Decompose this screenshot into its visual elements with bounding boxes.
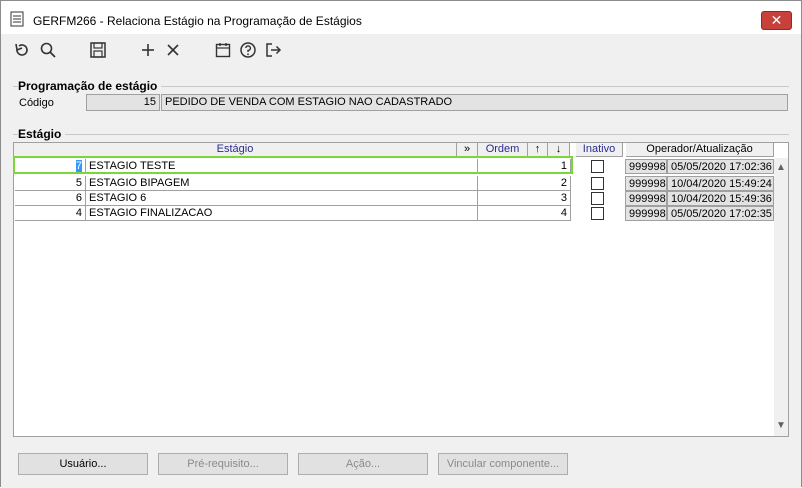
header-move-down[interactable]: ↓ bbox=[548, 143, 570, 157]
nome-cell[interactable]: ESTAGIO BIPAGEM bbox=[86, 176, 478, 191]
inativo-checkbox[interactable] bbox=[591, 177, 604, 190]
ordem-cell[interactable]: 4 bbox=[478, 206, 571, 221]
header-move-up[interactable]: ↑ bbox=[528, 143, 548, 157]
estagio-group-line bbox=[13, 134, 789, 135]
prerequisito-button[interactable]: Pré-requisito... bbox=[158, 453, 288, 475]
window-title: GERFM266 - Relaciona Estágio na Programa… bbox=[33, 14, 362, 28]
codigo-cell[interactable]: 7 bbox=[15, 159, 86, 174]
programacao-group-title: Programação de estágio bbox=[18, 79, 162, 93]
vincular-componente-button[interactable]: Vincular componente... bbox=[438, 453, 568, 475]
app-window: GERFM266 - Relaciona Estágio na Programa… bbox=[0, 0, 802, 488]
search-icon[interactable] bbox=[39, 41, 57, 59]
scroll-down-icon[interactable]: ▼ bbox=[776, 420, 786, 431]
undo-icon[interactable] bbox=[13, 41, 31, 59]
atualizacao-cell: 10/04/2020 15:49:24 bbox=[667, 176, 774, 191]
operador-cell: 999998 bbox=[625, 191, 667, 206]
nome-cell[interactable]: ESTAGIO FINALIZACAO bbox=[86, 206, 478, 221]
codigo-field[interactable]: 15 bbox=[86, 94, 160, 111]
codigo-cell[interactable]: 5 bbox=[15, 176, 86, 191]
header-estagio[interactable]: Estágio bbox=[14, 143, 457, 157]
codigo-cell[interactable]: 6 bbox=[15, 191, 86, 206]
scroll-up-icon[interactable]: ▲ bbox=[776, 162, 786, 173]
calendar-icon[interactable] bbox=[214, 41, 232, 59]
delete-icon[interactable] bbox=[164, 41, 182, 59]
document-icon bbox=[10, 11, 24, 27]
header-expand[interactable]: » bbox=[457, 143, 478, 157]
inativo-checkbox[interactable] bbox=[591, 192, 604, 205]
nome-cell[interactable]: ESTAGIO TESTE bbox=[86, 159, 478, 174]
help-icon[interactable] bbox=[239, 41, 257, 59]
operador-cell: 999998 bbox=[625, 206, 667, 221]
ordem-cell[interactable]: 1 bbox=[478, 159, 571, 174]
header-ordem[interactable]: Ordem bbox=[478, 143, 528, 157]
atualizacao-cell: 10/04/2020 15:49:36 bbox=[667, 191, 774, 206]
status-bar bbox=[1, 483, 801, 488]
acao-button[interactable]: Ação... bbox=[298, 453, 428, 475]
toolbar bbox=[1, 34, 801, 64]
ordem-cell[interactable]: 2 bbox=[478, 176, 571, 191]
title-bar: GERFM266 - Relaciona Estágio na Programa… bbox=[1, 1, 801, 34]
atualizacao-cell: 05/05/2020 17:02:35 bbox=[667, 206, 774, 221]
inativo-checkbox[interactable] bbox=[591, 160, 604, 173]
atualizacao-cell: 05/05/2020 17:02:36 bbox=[667, 159, 774, 174]
codigo-cell[interactable]: 4 bbox=[15, 206, 86, 221]
add-icon[interactable] bbox=[139, 41, 157, 59]
save-icon[interactable] bbox=[89, 41, 107, 59]
estagio-group-title: Estágio bbox=[18, 127, 66, 141]
header-operador[interactable]: Operador/Atualização bbox=[626, 143, 774, 157]
codigo-label: Código bbox=[19, 97, 54, 109]
nome-cell[interactable]: ESTAGIO 6 bbox=[86, 191, 478, 206]
header-inativo[interactable]: Inativo bbox=[576, 143, 623, 157]
descricao-field[interactable]: PEDIDO DE VENDA COM ESTAGIO NAO CADASTRA… bbox=[161, 94, 788, 111]
vertical-scrollbar[interactable]: ▲ ▼ bbox=[774, 158, 788, 436]
usuario-button[interactable]: Usuário... bbox=[18, 453, 148, 475]
operador-cell: 999998 bbox=[625, 159, 667, 174]
close-button[interactable]: ✕ bbox=[761, 11, 792, 30]
operador-cell: 999998 bbox=[625, 176, 667, 191]
exit-icon[interactable] bbox=[264, 41, 282, 59]
inativo-checkbox[interactable] bbox=[591, 207, 604, 220]
ordem-cell[interactable]: 3 bbox=[478, 191, 571, 206]
